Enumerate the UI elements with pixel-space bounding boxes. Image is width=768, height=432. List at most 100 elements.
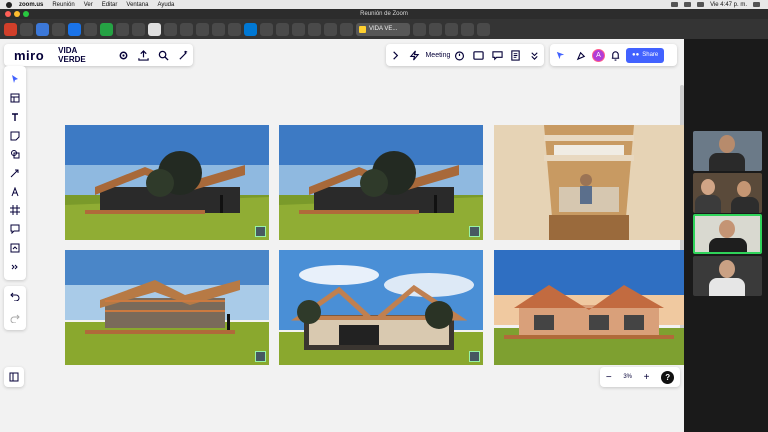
- tab-gmail-icon[interactable]: [4, 22, 17, 36]
- cursor-icon[interactable]: [553, 48, 568, 63]
- undo-icon[interactable]: [10, 288, 20, 306]
- miro-top-left-panel: miro VIDA VERDE: [4, 44, 193, 66]
- sticky-note-icon[interactable]: [9, 130, 21, 142]
- menu-ayuda[interactable]: Ayuda: [157, 2, 174, 8]
- tab-icon[interactable]: [164, 22, 177, 36]
- image-badge-icon: [469, 226, 480, 237]
- tab-icon[interactable]: [196, 22, 209, 36]
- celebrate-icon[interactable]: [574, 48, 589, 63]
- tab-icon[interactable]: [340, 22, 353, 36]
- render-image-4[interactable]: [65, 250, 269, 365]
- window-controls: [5, 11, 29, 17]
- tab-icon[interactable]: [445, 22, 458, 36]
- tab-icon[interactable]: [228, 22, 241, 36]
- maximize-icon[interactable]: [23, 11, 29, 17]
- menu-ver[interactable]: Ver: [84, 2, 93, 8]
- search-icon[interactable]: [156, 48, 170, 63]
- miro-logo[interactable]: miro: [4, 48, 44, 63]
- more-tools-icon[interactable]: [9, 261, 21, 273]
- select-cursor-icon[interactable]: [9, 73, 21, 85]
- tab-icon[interactable]: [429, 22, 442, 36]
- comment-icon[interactable]: [491, 48, 504, 63]
- tab-icon[interactable]: [260, 22, 273, 36]
- zoom-out-button[interactable]: −: [606, 372, 612, 383]
- share-label: Share: [642, 52, 659, 58]
- zoom-level[interactable]: 3%: [623, 374, 632, 380]
- render-image-1[interactable]: [65, 125, 269, 240]
- comment-tool-icon[interactable]: [9, 223, 21, 235]
- tab-icon[interactable]: [116, 22, 129, 36]
- upload-icon[interactable]: [136, 48, 150, 63]
- redo-icon[interactable]: [10, 310, 20, 328]
- apple-icon[interactable]: [6, 1, 12, 8]
- battery-icon[interactable]: [697, 2, 705, 7]
- text-icon[interactable]: [9, 111, 21, 123]
- tab-google-icon[interactable]: [148, 22, 161, 36]
- chevron-right-icon[interactable]: [389, 48, 402, 63]
- shapes-icon[interactable]: [9, 148, 21, 160]
- participant-video-active-speaker[interactable]: [693, 214, 762, 254]
- tab-icon[interactable]: [52, 22, 65, 36]
- tab-whatsapp-icon[interactable]: [100, 22, 113, 36]
- frames-panel-button[interactable]: [4, 367, 24, 387]
- render-image-3[interactable]: [494, 125, 698, 240]
- magic-wand-icon[interactable]: [176, 48, 190, 63]
- tab-docs-icon[interactable]: [68, 22, 81, 36]
- participant-video-2[interactable]: [693, 173, 762, 213]
- zoom-in-button[interactable]: +: [644, 372, 650, 383]
- video-icon[interactable]: [472, 48, 485, 63]
- notes-icon[interactable]: [510, 48, 523, 63]
- settings-gear-icon[interactable]: [116, 48, 130, 63]
- tab-icon[interactable]: [308, 22, 321, 36]
- templates-icon[interactable]: [9, 92, 21, 104]
- timer-icon[interactable]: [453, 48, 466, 63]
- tab-icon[interactable]: [212, 22, 225, 36]
- tab-icon[interactable]: [180, 22, 193, 36]
- render-image-6[interactable]: [494, 250, 698, 365]
- share-button[interactable]: ●● Share: [626, 47, 665, 63]
- menu-app[interactable]: zoom.us: [19, 2, 43, 8]
- wifi-icon[interactable]: [684, 2, 692, 7]
- render-image-2[interactable]: [279, 125, 483, 240]
- search-icon[interactable]: [753, 2, 760, 7]
- tab-miro-active[interactable]: VIDA VE...: [356, 22, 410, 36]
- tab-drive-icon[interactable]: [36, 22, 49, 36]
- people-icon: ●●: [632, 52, 640, 58]
- status-icon[interactable]: [671, 2, 679, 7]
- help-button[interactable]: ?: [661, 370, 675, 384]
- render-image-5[interactable]: [279, 250, 483, 365]
- close-icon[interactable]: [5, 11, 11, 17]
- browser-tab-strip: VIDA VE...: [0, 19, 768, 39]
- lightning-icon[interactable]: [408, 48, 421, 63]
- menu-editar[interactable]: Editar: [102, 2, 118, 8]
- participant-video-1[interactable]: [693, 131, 762, 171]
- arrow-line-icon[interactable]: [9, 167, 21, 179]
- upload-tool-icon[interactable]: [9, 242, 21, 254]
- board-name[interactable]: VIDA VERDE: [58, 46, 103, 64]
- menu-ventana[interactable]: Ventana: [126, 2, 148, 8]
- tab-icon[interactable]: [276, 22, 289, 36]
- tab-icon[interactable]: [413, 22, 426, 36]
- tab-icon[interactable]: [324, 22, 337, 36]
- render-house-front-trees: [279, 250, 483, 365]
- image-badge-icon: [255, 351, 266, 362]
- tab-icon[interactable]: [132, 22, 145, 36]
- tab-icon[interactable]: [292, 22, 305, 36]
- minimize-icon[interactable]: [14, 11, 20, 17]
- participant-video-4[interactable]: [693, 256, 762, 296]
- tab-outlook-icon[interactable]: [244, 22, 257, 36]
- menu-reunion[interactable]: Reunión: [52, 2, 74, 8]
- tab-icon[interactable]: [20, 22, 33, 36]
- participant-face: [701, 179, 715, 195]
- tab-icon[interactable]: [461, 22, 474, 36]
- avatar[interactable]: A: [592, 48, 605, 62]
- image-badge-icon: [469, 351, 480, 362]
- bell-icon[interactable]: [608, 48, 623, 63]
- tab-icon[interactable]: [477, 22, 490, 36]
- tab-icon[interactable]: [84, 22, 97, 36]
- clock[interactable]: Vie 4:47 p. m.: [710, 2, 747, 8]
- frame-icon[interactable]: [9, 204, 21, 216]
- chevron-down-icon[interactable]: [528, 48, 541, 63]
- pen-icon[interactable]: [9, 186, 21, 198]
- meeting-button[interactable]: Meeting: [425, 52, 450, 59]
